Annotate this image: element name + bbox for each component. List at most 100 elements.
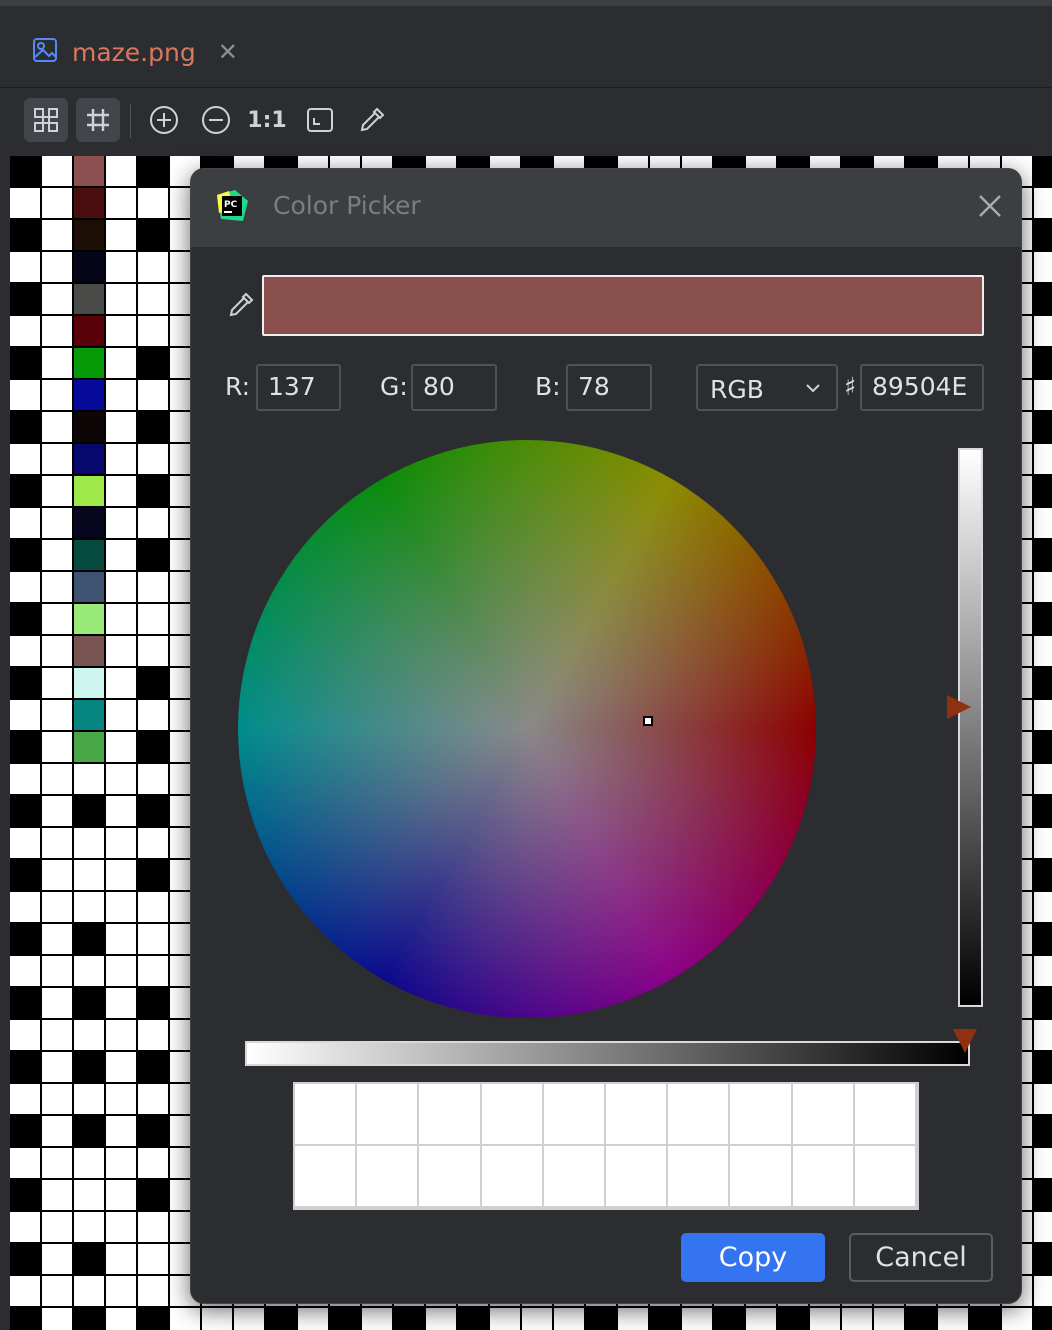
maze-cell: [74, 1148, 104, 1178]
recent-color-swatch[interactable]: [854, 1084, 917, 1146]
maze-cell: [106, 700, 136, 730]
maze-cell: [74, 316, 104, 346]
tab-maze-png[interactable]: maze.png ✕: [6, 16, 256, 88]
fit-icon[interactable]: [298, 98, 342, 142]
maze-cell: [42, 892, 72, 922]
recent-color-swatch[interactable]: [730, 1084, 793, 1146]
maze-cell: [138, 860, 168, 890]
close-icon[interactable]: ✕: [218, 38, 238, 66]
maze-cell: [106, 1116, 136, 1146]
pipette-icon[interactable]: [227, 291, 255, 323]
recent-color-swatch[interactable]: [668, 1146, 731, 1208]
maze-cell: [1034, 284, 1052, 314]
green-field[interactable]: 80: [411, 364, 497, 411]
maze-cell: [74, 1116, 104, 1146]
chessboard-icon[interactable]: [24, 98, 68, 142]
maze-cell: [138, 700, 168, 730]
cancel-button[interactable]: Cancel: [849, 1233, 993, 1282]
hex-field[interactable]: 89504E: [860, 364, 984, 411]
maze-cell: [1034, 540, 1052, 570]
maze-cell: [10, 1212, 40, 1242]
recent-color-swatch[interactable]: [357, 1146, 420, 1208]
maze-cell: [10, 444, 40, 474]
maze-cell: [138, 1244, 168, 1274]
maze-cell: [10, 412, 40, 442]
maze-cell: [1034, 1148, 1052, 1178]
brightness-slider-handle[interactable]: [947, 695, 971, 719]
close-dialog-icon[interactable]: [977, 193, 1003, 223]
recent-color-swatch[interactable]: [295, 1084, 358, 1146]
maze-cell: [106, 188, 136, 218]
maze-cell: [74, 508, 104, 538]
maze-cell: [138, 316, 168, 346]
recent-color-swatch[interactable]: [295, 1146, 358, 1208]
maze-cell: [106, 508, 136, 538]
hue-saturation-wheel[interactable]: [238, 440, 816, 1018]
maze-cell: [10, 636, 40, 666]
maze-cell: [1034, 1276, 1052, 1306]
copy-button[interactable]: Copy: [681, 1233, 825, 1282]
maze-cell: [138, 572, 168, 602]
recent-color-swatch[interactable]: [481, 1084, 544, 1146]
recent-color-swatch[interactable]: [730, 1146, 793, 1208]
color-mode-value: RGB: [710, 375, 764, 404]
wheel-selection-marker[interactable]: [643, 716, 653, 726]
maze-cell: [106, 988, 136, 1018]
recent-color-swatch[interactable]: [419, 1146, 482, 1208]
maze-cell: [42, 380, 72, 410]
maze-cell: [138, 988, 168, 1018]
maze-cell: [10, 220, 40, 250]
maze-cell: [106, 796, 136, 826]
recent-color-swatch[interactable]: [854, 1146, 917, 1208]
zoom-out-icon[interactable]: [194, 98, 238, 142]
maze-cell: [42, 764, 72, 794]
recent-color-swatch[interactable]: [606, 1084, 669, 1146]
maze-cell: [10, 860, 40, 890]
maze-cell: [362, 1308, 392, 1330]
recent-color-swatch[interactable]: [481, 1146, 544, 1208]
color-picker-icon[interactable]: [350, 98, 394, 142]
recent-color-swatch[interactable]: [668, 1084, 731, 1146]
red-field[interactable]: 137: [256, 364, 341, 411]
recent-color-swatch[interactable]: [792, 1146, 855, 1208]
recent-color-swatch[interactable]: [419, 1084, 482, 1146]
maze-cell: [42, 988, 72, 1018]
maze-cell: [1002, 1308, 1032, 1330]
maze-cell: [74, 540, 104, 570]
brightness-slider[interactable]: [958, 448, 983, 1007]
maze-cell: [1034, 444, 1052, 474]
maze-cell: [42, 1276, 72, 1306]
maze-cell: [42, 700, 72, 730]
maze-cell: [42, 156, 72, 186]
maze-cell: [298, 1308, 328, 1330]
toolbar-separator: [130, 104, 131, 138]
maze-cell: [10, 1020, 40, 1050]
maze-cell: [74, 604, 104, 634]
maze-cell: [74, 380, 104, 410]
opacity-slider[interactable]: [245, 1041, 970, 1066]
actual-size-button[interactable]: 1:1: [245, 98, 289, 142]
recent-color-swatch[interactable]: [792, 1084, 855, 1146]
maze-cell: [682, 1308, 712, 1330]
zoom-in-icon[interactable]: [142, 98, 186, 142]
recent-color-swatch[interactable]: [543, 1146, 606, 1208]
maze-cell: [138, 1052, 168, 1082]
recent-color-swatch[interactable]: [606, 1146, 669, 1208]
recent-color-swatch[interactable]: [357, 1084, 420, 1146]
editor-tab-bar: maze.png ✕: [0, 6, 1052, 92]
opacity-slider-handle[interactable]: [953, 1029, 977, 1053]
maze-cell: [1034, 956, 1052, 986]
maze-cell: [74, 988, 104, 1018]
maze-cell: [906, 1308, 936, 1330]
maze-cell: [106, 1212, 136, 1242]
maze-cell: [138, 284, 168, 314]
grid-icon[interactable]: [76, 98, 120, 142]
maze-cell: [10, 668, 40, 698]
color-mode-select[interactable]: RGB: [696, 364, 838, 411]
maze-cell: [74, 284, 104, 314]
blue-field[interactable]: 78: [566, 364, 652, 411]
maze-cell: [106, 220, 136, 250]
recent-color-swatch[interactable]: [543, 1084, 606, 1146]
maze-cell: [74, 796, 104, 826]
maze-cell: [74, 1052, 104, 1082]
